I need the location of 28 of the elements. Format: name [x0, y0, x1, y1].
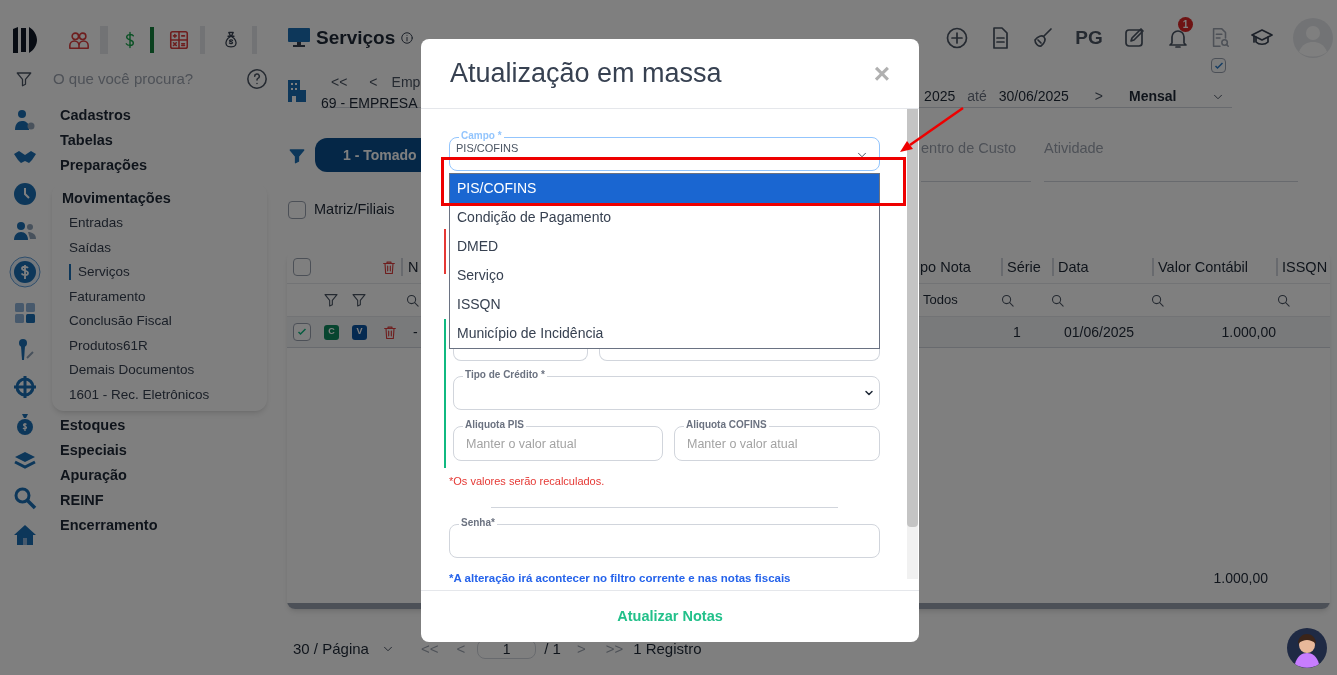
checkbox-label: Matriz/Filiais: [314, 200, 395, 220]
column-header: Data: [1058, 259, 1089, 275]
field-label: Aliquota COFINS: [684, 418, 769, 432]
table-cell-text: 1.000,00: [1220, 322, 1276, 342]
period-separator: até: [967, 87, 987, 106]
period-end: 30/06/2025: [998, 87, 1069, 106]
company-name: 69 - EMPRESA: [321, 94, 419, 113]
warning-note: *Os valores serão recalculados.: [449, 474, 606, 489]
field-label: Campo *: [459, 129, 504, 143]
field-label: Tipo de Crédito *: [463, 368, 547, 382]
period-start: 2025: [924, 87, 956, 106]
notification-badge: 1: [1178, 17, 1193, 32]
info-note: *A alteração irá acontecer no filtro corrente e nas notas fiscais: [449, 570, 792, 585]
column-header: Série: [1007, 259, 1041, 275]
column-header: N: [408, 259, 419, 275]
page-title: Serviços: [316, 25, 396, 50]
column-header: po Nota: [920, 259, 971, 275]
company-nav-label: Emp: [391, 72, 421, 92]
column-header: ISSQN: [1282, 259, 1328, 275]
record-count: 1 Registro: [633, 638, 702, 659]
total-value: 1.000,00: [1213, 569, 1268, 588]
field-label: Aliquota PIS: [463, 418, 526, 432]
page-total: / 1: [544, 638, 561, 659]
table-cell-text: 1: [1013, 322, 1022, 342]
table-cell-text: 01/06/2025: [1064, 322, 1136, 342]
column-header: Valor Contábil: [1158, 259, 1248, 275]
modal-title: Atualização em massa: [450, 57, 722, 91]
table-cell-text: -: [413, 322, 419, 342]
